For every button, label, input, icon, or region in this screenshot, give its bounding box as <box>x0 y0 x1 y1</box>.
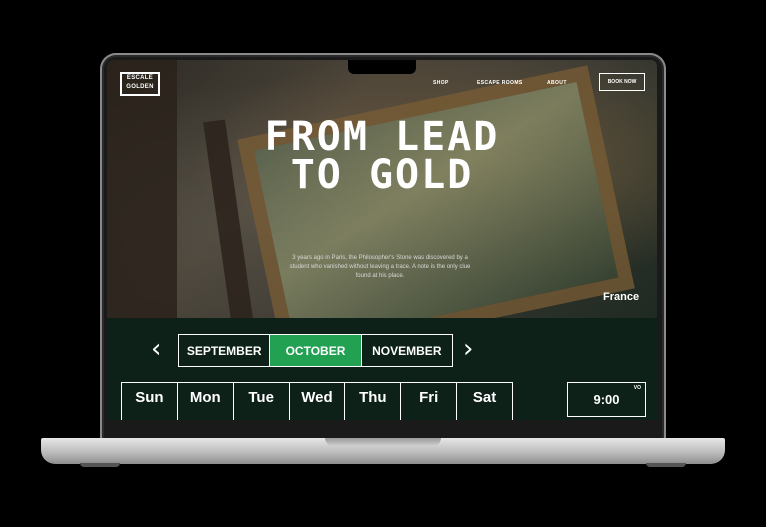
month-october[interactable]: OCTOBER <box>270 335 362 366</box>
hero-title: FROM LEAD TO GOLD <box>264 114 500 198</box>
laptop-opening-groove <box>325 438 441 446</box>
time-slot-button[interactable]: 9:00 VO <box>567 382 646 417</box>
screen-bezel-bottom <box>107 420 657 438</box>
laptop-foot <box>646 463 686 467</box>
weekday-sat: Sat <box>472 389 497 406</box>
month-selector: SEPTEMBER OCTOBER NOVEMBER <box>178 334 453 367</box>
book-now-button[interactable]: BOOK NOW <box>599 73 645 91</box>
camera-notch <box>348 60 416 74</box>
country-label: France <box>603 291 640 303</box>
weekday-thu: Thu <box>345 383 402 420</box>
chevron-left-icon[interactable]: ‹ <box>151 336 161 362</box>
nav-escape-rooms[interactable]: ESCAPE ROOMS <box>477 80 523 86</box>
hero-section: ESCALE GOLDEN SHOP ESCAPE ROOMS ABOUT BO… <box>107 60 657 363</box>
site-logo[interactable]: ESCALE GOLDEN <box>120 72 160 96</box>
weekday-sun: Sun <box>122 383 178 420</box>
weekday-wed: Wed <box>290 383 346 420</box>
month-september[interactable]: SEPTEMBER <box>179 335 271 366</box>
nav-about[interactable]: ABOUT <box>547 80 567 86</box>
weekday-fri: Fri <box>401 383 458 420</box>
nav-shop[interactable]: SHOP <box>433 80 449 86</box>
month-november[interactable]: NOVEMBER <box>362 335 452 366</box>
weekday-header: Sun Mon Tue Wed Thu Fri Sat <box>121 382 513 420</box>
time-slot-label: 9:00 <box>593 392 620 407</box>
booking-calendar: ‹ SEPTEMBER OCTOBER NOVEMBER › Sun Mon T… <box>107 318 657 420</box>
logo-text-top: ESCALE <box>126 75 154 81</box>
laptop-screen: ESCALE GOLDEN SHOP ESCAPE ROOMS ABOUT BO… <box>107 60 657 420</box>
language-tag: VO <box>633 385 641 391</box>
hero-description: 3 years ago in Paris, the Philosopher's … <box>289 255 471 279</box>
laptop-foot <box>80 463 120 467</box>
logo-text-bottom: GOLDEN <box>126 84 154 90</box>
weekday-tue: Tue <box>234 383 290 420</box>
background-plank <box>107 60 177 318</box>
chevron-right-icon[interactable]: › <box>463 336 473 362</box>
weekday-mon: Mon <box>178 383 234 420</box>
